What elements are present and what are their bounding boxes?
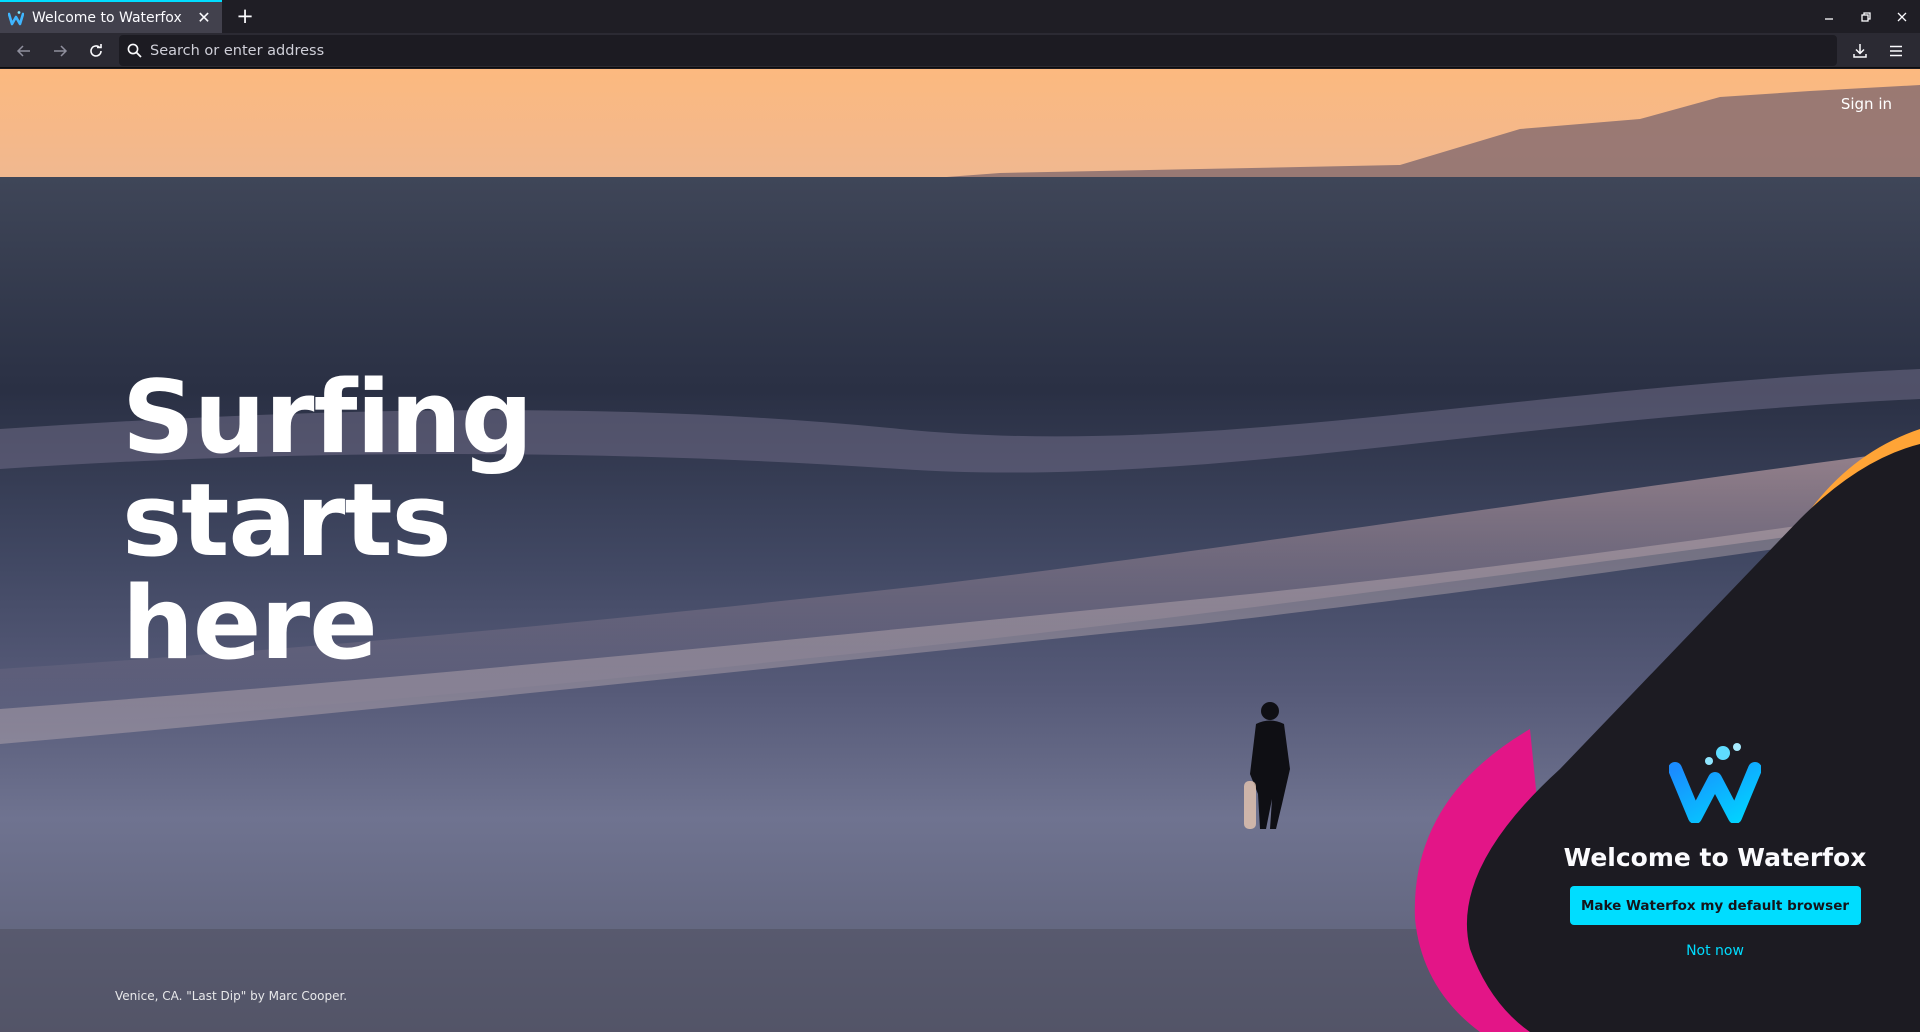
restore-icon: [1861, 11, 1871, 22]
hamburger-menu-icon: [1890, 45, 1902, 57]
reload-button[interactable]: [82, 37, 110, 65]
close-window-button[interactable]: [1884, 0, 1920, 33]
tab-strip: Welcome to Waterfox ✕ +: [0, 0, 1920, 33]
reload-icon: [90, 44, 102, 57]
back-button[interactable]: [10, 37, 38, 65]
tab-welcome[interactable]: Welcome to Waterfox ✕: [0, 0, 222, 33]
download-icon: [1853, 44, 1867, 58]
minimize-button[interactable]: [1811, 0, 1847, 33]
arrow-left-icon: [16, 45, 30, 57]
search-icon: [127, 43, 142, 58]
address-bar[interactable]: [119, 35, 1837, 66]
close-window-icon: [1897, 12, 1907, 21]
forward-button[interactable]: [46, 37, 74, 65]
downloads-button[interactable]: [1846, 37, 1874, 65]
minimize-icon: [1825, 17, 1833, 20]
tab-title: Welcome to Waterfox: [32, 9, 182, 26]
make-default-browser-button[interactable]: Make Waterfox my default browser: [1569, 886, 1861, 925]
address-input[interactable]: [150, 42, 1837, 59]
arrow-right-icon: [54, 45, 68, 57]
close-icon[interactable]: ✕: [196, 8, 212, 27]
waterfox-logo-icon: [1669, 743, 1761, 823]
welcome-panel: Welcome to Waterfox Make Waterfox my def…: [1540, 741, 1890, 959]
navigation-toolbar: [0, 33, 1920, 68]
app-menu-button[interactable]: [1882, 37, 1910, 65]
restore-button[interactable]: [1848, 0, 1884, 33]
waterfox-favicon-icon: [8, 10, 24, 25]
welcome-page: Sign in Surfing starts here Venice, CA. …: [0, 69, 1920, 1032]
not-now-link[interactable]: Not now: [1686, 943, 1744, 959]
welcome-title: Welcome to Waterfox: [1563, 843, 1867, 872]
new-tab-button[interactable]: +: [232, 4, 258, 30]
